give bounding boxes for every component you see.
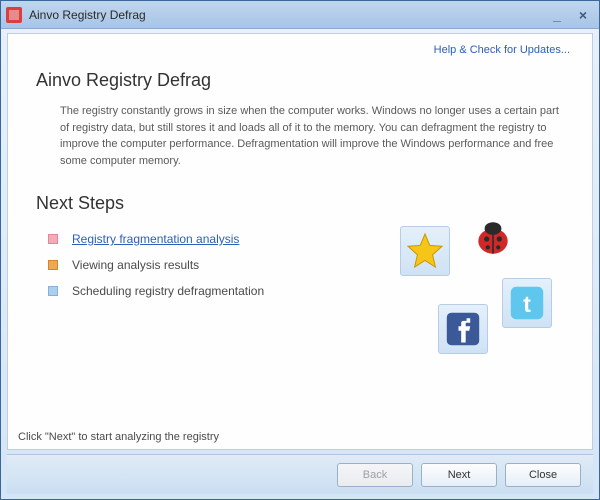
- ladybug-icon: [472, 218, 514, 260]
- favorites-link[interactable]: [400, 226, 450, 276]
- bullet-icon: [48, 234, 58, 244]
- step-scheduling-label: Scheduling registry defragmentation: [72, 284, 264, 298]
- hint-text: Click "Next" to start analyzing the regi…: [18, 431, 570, 443]
- page-title: Ainvo Registry Defrag: [36, 70, 570, 91]
- steps-title: Next Steps: [36, 193, 570, 214]
- app-window: Ainvo Registry Defrag _ × Help & Check f…: [0, 0, 600, 500]
- titlebar: Ainvo Registry Defrag _ ×: [1, 1, 599, 29]
- close-button[interactable]: Close: [505, 463, 581, 487]
- step-viewing: Viewing analysis results: [48, 258, 380, 272]
- step-analysis-link[interactable]: Registry fragmentation analysis: [72, 232, 239, 246]
- twitter-link[interactable]: t: [502, 278, 552, 328]
- star-icon: [406, 232, 444, 270]
- bullet-icon: [48, 260, 58, 270]
- step-scheduling: Scheduling registry defragmentation: [48, 284, 380, 298]
- svg-text:t: t: [523, 291, 531, 317]
- window-title: Ainvo Registry Defrag: [29, 8, 146, 22]
- facebook-link[interactable]: [438, 304, 488, 354]
- facebook-icon: [445, 311, 481, 347]
- next-button[interactable]: Next: [421, 463, 497, 487]
- app-icon: [5, 6, 23, 24]
- step-viewing-label: Viewing analysis results: [72, 258, 199, 272]
- description-text: The registry constantly grows in size wh…: [60, 103, 560, 169]
- twitter-icon: t: [509, 285, 545, 321]
- minimize-button[interactable]: _: [545, 6, 569, 24]
- step-analysis: Registry fragmentation analysis: [48, 232, 380, 246]
- updates-link[interactable]: Help & Check for Updates...: [30, 44, 570, 56]
- ladybug-link[interactable]: [472, 218, 514, 265]
- close-window-button[interactable]: ×: [571, 6, 595, 24]
- footer-bar: Back Next Close: [7, 454, 593, 494]
- social-icons-panel: t: [380, 232, 570, 372]
- back-button: Back: [337, 463, 413, 487]
- bullet-icon: [48, 286, 58, 296]
- steps-list: Registry fragmentation analysis Viewing …: [30, 232, 380, 372]
- content-area: Help & Check for Updates... Ainvo Regist…: [7, 33, 593, 450]
